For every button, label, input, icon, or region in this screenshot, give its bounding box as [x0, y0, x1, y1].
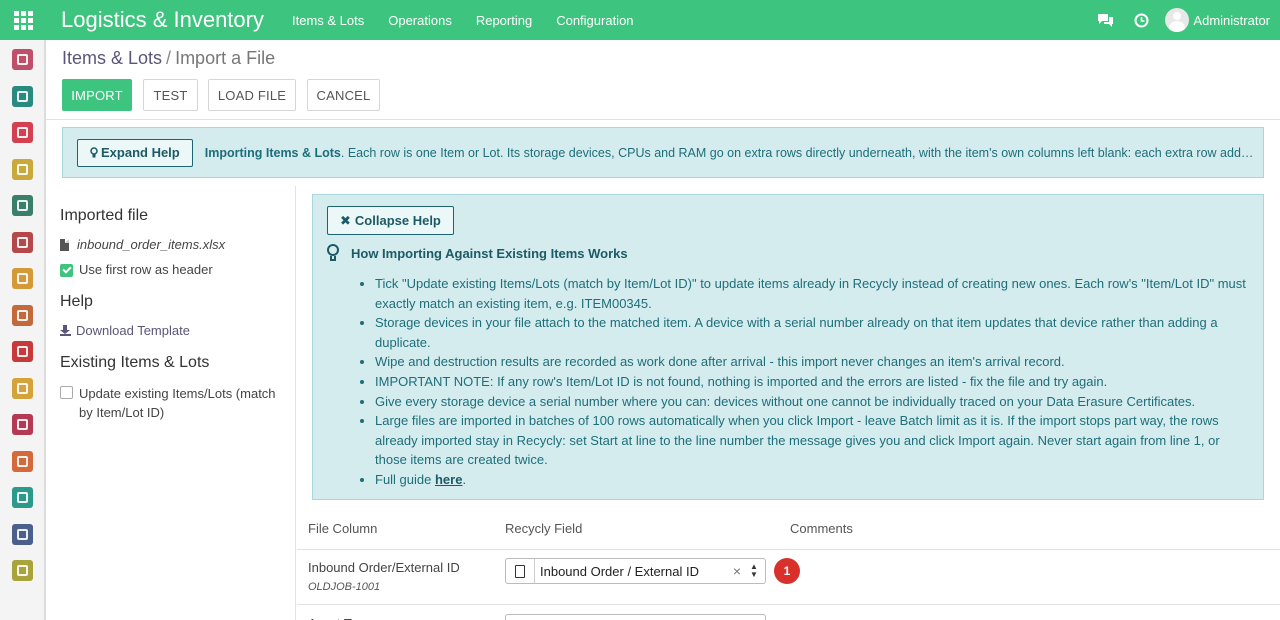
- dashboard-app-icon[interactable]: [12, 49, 33, 70]
- collapse-help-label: Collapse Help: [354, 213, 441, 228]
- website-app-icon[interactable]: [12, 450, 33, 472]
- help-title: Help: [60, 293, 93, 310]
- help-item: Full guide here.: [375, 470, 1255, 490]
- existing-items-title: Existing Items & Lots: [60, 354, 210, 371]
- file-column-name: Inbound Order/External ID: [308, 560, 460, 575]
- breadcrumb-separator: /: [166, 48, 172, 68]
- menu-operations[interactable]: Operations: [388, 13, 452, 28]
- use-header-checkbox-row[interactable]: Use first row as header: [60, 262, 213, 277]
- user-menu[interactable]: Administrator: [1165, 8, 1270, 32]
- lightbulb-icon: [327, 244, 339, 262]
- expand-help-button[interactable]: Expand Help: [77, 138, 193, 167]
- stock-app-icon[interactable]: [12, 231, 33, 253]
- header-recycly-field: Recycly Field: [505, 521, 583, 536]
- update-existing-label: Update existing Items/Lots (match by Ite…: [79, 386, 276, 420]
- import-button[interactable]: IMPORT: [62, 79, 132, 111]
- fleet-app-icon[interactable]: [12, 523, 33, 545]
- help-item: Give every storage device a serial numbe…: [375, 392, 1255, 412]
- help-item: Storage devices in your file attach to t…: [375, 313, 1255, 352]
- import-options-panel: Imported file inbound_order_items.xlsx U…: [46, 186, 296, 620]
- chat-icon[interactable]: [1087, 0, 1123, 40]
- recycly-field-select[interactable]: Inbound Order / External ID × ▲ ▼: [505, 558, 766, 584]
- recycly-field-select[interactable]: [505, 614, 766, 620]
- download-icon: [60, 325, 71, 336]
- lightbulb-icon: [90, 146, 98, 157]
- file-column-sample: OLDJOB-1001: [308, 581, 381, 593]
- breadcrumb-current: Import a File: [175, 48, 276, 68]
- top-navbar: Logistics & Inventory Items & Lots Opera…: [0, 0, 1280, 40]
- breadcrumb: Items & Lots / Import a File: [62, 48, 275, 69]
- menu-items-lots[interactable]: Items & Lots: [292, 13, 364, 28]
- collapse-help-button[interactable]: ✖ Collapse Help: [327, 206, 454, 235]
- employees-app-icon[interactable]: [12, 487, 33, 508]
- update-existing-checkbox-row[interactable]: Update existing Items/Lots (match by Ite…: [60, 384, 285, 422]
- use-header-label: Use first row as header: [79, 262, 213, 277]
- marketing-app-icon[interactable]: [12, 341, 33, 362]
- guide-suffix: .: [462, 471, 467, 487]
- help-heading: How Importing Against Existing Items Wor…: [327, 244, 628, 262]
- apps-menu-icon[interactable]: [0, 0, 46, 40]
- documents-app-icon[interactable]: [12, 377, 33, 399]
- contacts-app-icon[interactable]: [12, 85, 33, 107]
- selected-field: Inbound Order / External ID: [540, 563, 699, 579]
- help-bar-body: . Each row is one Item or Lot. Its stora…: [340, 145, 1254, 160]
- help-bar-lead: Importing Items & Lots: [204, 145, 341, 160]
- file-name: inbound_order_items.xlsx: [77, 237, 226, 252]
- update-existing-checkbox[interactable]: [60, 386, 73, 399]
- clear-field-icon[interactable]: ×: [733, 563, 741, 579]
- activity-clock-icon[interactable]: [1123, 0, 1159, 40]
- load-file-button[interactable]: LOAD FILE: [208, 79, 296, 111]
- imported-file-title: Imported file: [60, 207, 149, 224]
- breadcrumb-parent[interactable]: Items & Lots: [62, 48, 162, 68]
- field-doc-icon: [506, 559, 535, 583]
- table-row-divider: [297, 604, 1280, 605]
- close-icon: ✖: [340, 212, 351, 228]
- select-arrows-icon[interactable]: ▲ ▼: [747, 563, 761, 579]
- import-mapping-panel: ✖ Collapse Help How Importing Against Ex…: [297, 186, 1280, 620]
- help-bar-text: Importing Items & Lots. Each row is one …: [205, 146, 1254, 160]
- help-heading-text: How Importing Against Existing Items Wor…: [351, 245, 628, 261]
- avatar: [1165, 8, 1190, 32]
- inventory-app-icon[interactable]: [12, 195, 33, 216]
- help-box: ✖ Collapse Help How Importing Against Ex…: [312, 194, 1264, 500]
- download-template-link[interactable]: Download Template: [60, 323, 190, 338]
- user-name: Administrator: [1193, 12, 1270, 28]
- invoicing-app-icon[interactable]: [12, 304, 33, 326]
- file-icon: [60, 238, 69, 251]
- help-item: Tick "Update existing Items/Lots (match …: [375, 274, 1255, 313]
- expand-help-label: Expand Help: [101, 145, 180, 160]
- help-item: Wipe and destruction results are recorde…: [375, 352, 1255, 372]
- guide-prefix: Full guide: [375, 471, 435, 487]
- header-divider: [46, 119, 1280, 120]
- app-brand: Logistics & Inventory: [61, 7, 264, 32]
- help-item: Large files are imported in batches of 1…: [375, 411, 1255, 470]
- file-column-name: Asset Type: [308, 616, 378, 620]
- settings-app-icon[interactable]: [12, 560, 33, 581]
- comment-count-badge[interactable]: 1: [774, 558, 800, 584]
- menu-reporting[interactable]: Reporting: [476, 13, 532, 28]
- help-bar: Expand Help Importing Items & Lots. Each…: [62, 127, 1264, 178]
- packages-app-icon[interactable]: [12, 268, 33, 289]
- guide-link[interactable]: here: [435, 472, 462, 487]
- use-header-checkbox[interactable]: [60, 264, 73, 277]
- app-sidebar: [0, 40, 46, 620]
- imported-file: inbound_order_items.xlsx: [60, 237, 225, 252]
- discuss-app-icon[interactable]: [12, 122, 33, 143]
- menu-configuration[interactable]: Configuration: [556, 13, 633, 28]
- table-header-divider: [297, 549, 1280, 550]
- download-template-label: Download Template: [76, 323, 190, 338]
- help-item: IMPORTANT NOTE: If any row's Item/Lot ID…: [375, 372, 1255, 392]
- cancel-button[interactable]: CANCEL: [307, 79, 380, 111]
- calendar-app-icon[interactable]: [12, 158, 33, 180]
- help-list: Tick "Update existing Items/Lots (match …: [375, 274, 1255, 490]
- test-button[interactable]: TEST: [143, 79, 198, 111]
- header-file-column: File Column: [308, 521, 378, 536]
- header-comments: Comments: [790, 521, 853, 536]
- delivery-app-icon[interactable]: [12, 414, 33, 435]
